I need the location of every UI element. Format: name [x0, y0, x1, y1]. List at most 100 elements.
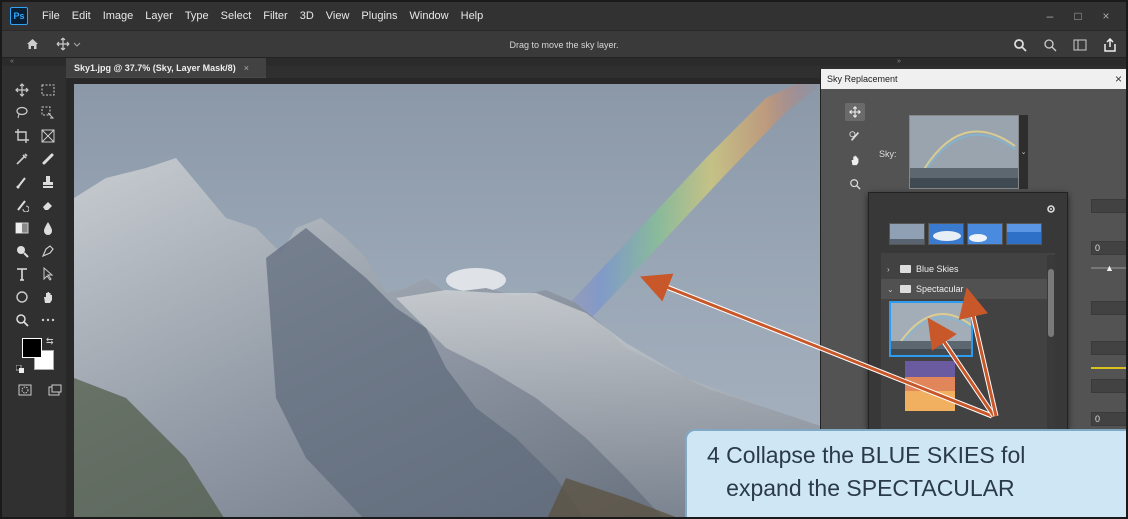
frame-tool-icon[interactable]	[36, 126, 60, 146]
pen-tool-icon[interactable]	[36, 241, 60, 261]
options-bar: Drag to move the sky layer.	[2, 30, 1126, 58]
sky-preset-thumb[interactable]	[928, 223, 964, 245]
sky-preset-thumb[interactable]	[967, 223, 1003, 245]
eraser-tool-icon[interactable]	[36, 195, 60, 215]
menu-filter[interactable]: Filter	[257, 10, 293, 22]
color-adjust-slider[interactable]	[1091, 367, 1126, 369]
collapse-toolbar-icon[interactable]: «	[10, 58, 14, 66]
brush-tool-icon[interactable]	[10, 172, 34, 192]
document-tab-title: Sky1.jpg @ 37.7% (Sky, Layer Mask/8)	[74, 62, 236, 73]
foreground-color-swatch[interactable]	[22, 338, 42, 358]
menu-edit[interactable]: Edit	[66, 10, 97, 22]
photoshop-window: Ps File Edit Image Layer Type Select Fil…	[0, 0, 1128, 519]
chevron-right-icon[interactable]: ›	[887, 265, 895, 274]
recent-skies-row	[889, 223, 1042, 245]
shift-edge-field[interactable]	[1091, 301, 1126, 315]
settings-gear-icon[interactable]	[1045, 203, 1057, 218]
eyedropper-tool-icon[interactable]	[10, 149, 34, 169]
sky-preset-thumb[interactable]	[1006, 223, 1042, 245]
menu-view[interactable]: View	[320, 10, 356, 22]
sky-label: Sky:	[879, 149, 897, 159]
move-sky-tool-icon[interactable]	[845, 103, 865, 121]
photoshop-logo-icon: Ps	[10, 7, 28, 25]
marquee-tool-icon[interactable]	[36, 80, 60, 100]
object-selection-tool-icon[interactable]	[36, 103, 60, 123]
menu-file[interactable]: File	[36, 10, 66, 22]
sky-preview-thumbnail[interactable]	[909, 115, 1019, 189]
document-tab[interactable]: Sky1.jpg @ 37.7% (Sky, Layer Mask/8) ×	[66, 58, 266, 78]
folder-spectacular[interactable]: ⌄ Spectacular	[881, 279, 1055, 299]
options-right-icons	[1008, 33, 1122, 57]
workspace-icon[interactable]	[1068, 33, 1092, 57]
share-icon[interactable]	[1098, 33, 1122, 57]
callout-line-1: 4 Collapse the BLUE SKIES fol	[707, 442, 1026, 468]
instruction-callout: 4 Collapse the BLUE SKIES fol expand the…	[685, 429, 1126, 517]
menu-layer[interactable]: Layer	[139, 10, 179, 22]
hand-tool-icon[interactable]	[845, 151, 865, 169]
options-hint: Drag to move the sky layer.	[509, 40, 619, 50]
default-colors-icon[interactable]	[15, 360, 24, 373]
collapse-panels-icon[interactable]: »	[897, 58, 901, 66]
swap-colors-icon[interactable]: ⇆	[46, 336, 54, 347]
blur-tool-icon[interactable]	[36, 218, 60, 238]
fade-edge-field[interactable]	[1091, 341, 1126, 355]
quick-mask-icon[interactable]	[14, 380, 36, 400]
more-tools-icon[interactable]	[36, 310, 60, 330]
search-icon[interactable]	[1038, 33, 1062, 57]
folder-blue-skies[interactable]: › Blue Skies	[881, 259, 1055, 279]
gradient-tool-icon[interactable]	[10, 218, 34, 238]
color-adjustment-field[interactable]: 0	[1091, 412, 1126, 426]
menu-plugins[interactable]: Plugins	[355, 10, 403, 22]
history-brush-tool-icon[interactable]	[10, 195, 34, 215]
tools-panel: ⇆	[2, 66, 66, 517]
healing-brush-tool-icon[interactable]	[36, 149, 60, 169]
menu-select[interactable]: Select	[215, 10, 258, 22]
hand-tool-icon[interactable]	[36, 287, 60, 307]
scrollbar-thumb[interactable]	[1048, 269, 1054, 337]
temperature-field[interactable]: 0	[1091, 241, 1126, 255]
dialog-tools	[845, 103, 867, 193]
screen-mode-icon[interactable]	[44, 380, 66, 400]
crop-tool-icon[interactable]	[10, 126, 34, 146]
type-tool-icon[interactable]	[10, 264, 34, 284]
close-window-button[interactable]: ×	[1092, 2, 1120, 30]
move-tool-icon[interactable]	[10, 80, 34, 100]
zoom-tool-icon[interactable]	[845, 175, 865, 193]
sky-thumb-sunset[interactable]	[905, 361, 955, 411]
sky-brush-tool-icon[interactable]	[845, 127, 865, 145]
dialog-title-bar: Sky Replacement ×	[821, 69, 1126, 89]
menu-bar: Ps File Edit Image Layer Type Select Fil…	[2, 2, 1126, 30]
menu-image[interactable]: Image	[97, 10, 140, 22]
folder-icon	[900, 265, 911, 273]
shape-tool-icon[interactable]	[10, 287, 34, 307]
home-icon[interactable]	[20, 32, 44, 56]
dialog-title: Sky Replacement	[827, 74, 898, 84]
chevron-down-icon[interactable]: ⌄	[887, 285, 895, 294]
brightness-field[interactable]	[1091, 199, 1126, 213]
callout-line-2: expand the SPECTACULAR	[707, 475, 1015, 501]
sky-dropdown-button[interactable]: ⌄	[1019, 115, 1028, 189]
move-tool-preset-icon[interactable]	[54, 32, 84, 56]
path-selection-tool-icon[interactable]	[36, 264, 60, 284]
menu-window[interactable]: Window	[404, 10, 455, 22]
lasso-tool-icon[interactable]	[10, 103, 34, 123]
minimize-button[interactable]: –	[1036, 2, 1064, 30]
dialog-close-button[interactable]: ×	[1115, 72, 1122, 86]
folder-label: Spectacular	[916, 284, 964, 294]
sky-thumb-selected[interactable]	[889, 301, 973, 357]
window-controls: – □ ×	[1036, 2, 1120, 30]
clone-stamp-tool-icon[interactable]	[36, 172, 60, 192]
sky-preset-thumb[interactable]	[889, 223, 925, 245]
close-document-icon[interactable]: ×	[244, 63, 249, 73]
menu-type[interactable]: Type	[179, 10, 215, 22]
menu-3d[interactable]: 3D	[294, 10, 320, 22]
dodge-tool-icon[interactable]	[10, 241, 34, 261]
menu-help[interactable]: Help	[455, 10, 490, 22]
color-swatches: ⇆	[15, 336, 58, 373]
zoom-tool-icon[interactable]	[10, 310, 34, 330]
cloud-search-icon[interactable]	[1008, 33, 1032, 57]
folder-open-icon	[900, 285, 911, 293]
maximize-button[interactable]: □	[1064, 2, 1092, 30]
folder-label: Blue Skies	[916, 264, 959, 274]
slider-handle-icon[interactable]: ▲	[1105, 263, 1114, 273]
